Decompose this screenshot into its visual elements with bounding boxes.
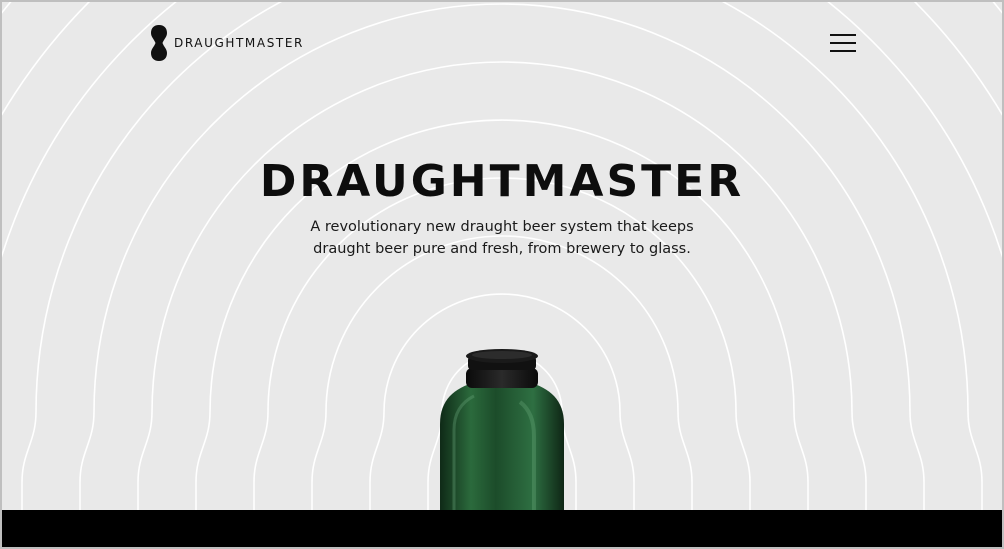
hero-title: DRAUGHTMASTER (259, 156, 745, 207)
hero-subtitle-line-1: A revolutionary new draught beer system … (310, 219, 694, 235)
green-keg-image (440, 349, 564, 516)
hamburger-menu-icon[interactable] (830, 34, 856, 54)
menu-line (830, 34, 856, 36)
footer-bar (2, 510, 1002, 547)
hero-subtitle-line-2: draught beer pure and fresh, from brewer… (313, 241, 691, 257)
logo-mark-icon (151, 25, 167, 61)
hero-subtitle: A revolutionary new draught beer system … (2, 216, 1002, 260)
menu-line (830, 50, 856, 52)
page-frame: DRAUGHTMASTER DRAUGHTMASTER A revolution… (0, 0, 1004, 549)
brand-name: DRAUGHTMASTER (174, 36, 304, 50)
brand-logo[interactable]: DRAUGHTMASTER (150, 25, 304, 61)
menu-line (830, 42, 856, 44)
